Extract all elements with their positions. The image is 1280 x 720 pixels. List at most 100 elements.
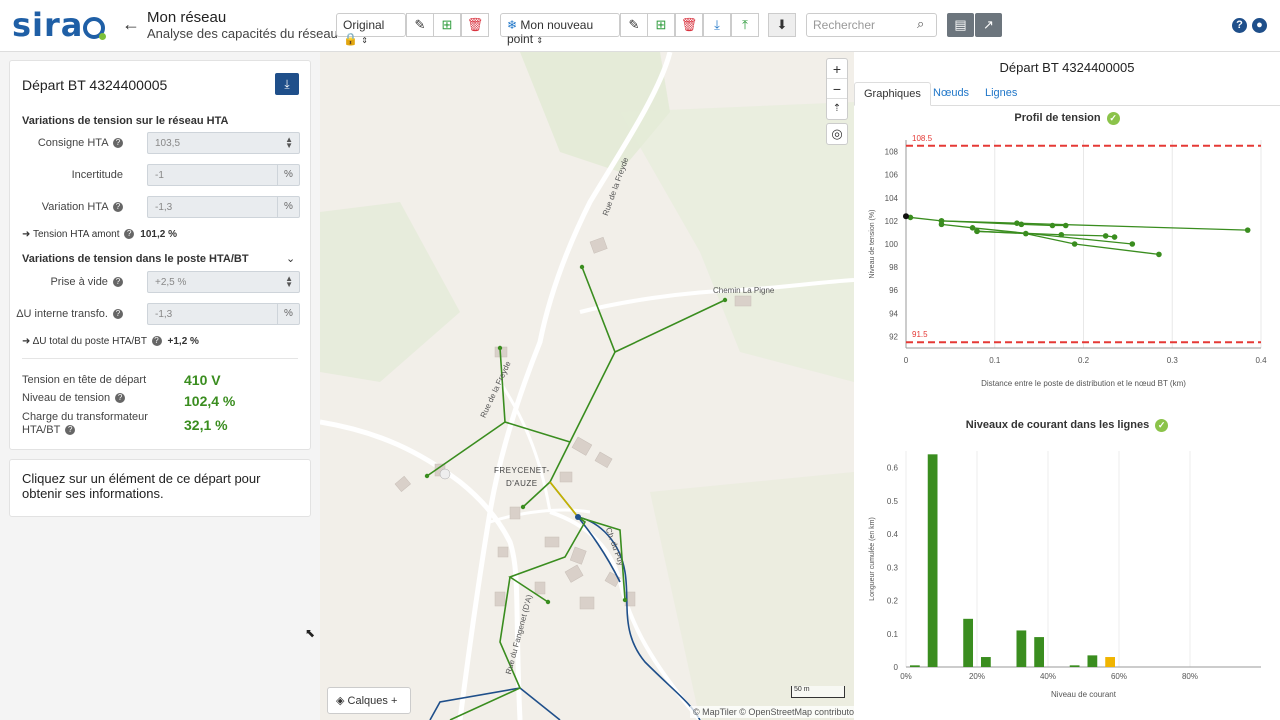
layers-icon: ◈ <box>336 695 345 707</box>
du-interne-field[interactable]: -1,3% <box>147 303 300 325</box>
chevron-down-icon[interactable]: ⌄ <box>286 252 295 265</box>
kpi-label-niveau: Niveau de tension ? <box>22 392 126 404</box>
edit-version-button[interactable]: ✎ <box>406 13 434 37</box>
green-area <box>320 202 460 382</box>
zoom-out-button[interactable]: − <box>827 79 847 99</box>
current-levels-chart[interactable]: 0% 20% 40% 60% 80% 0 0.1 0.2 0.3 0.4 0.5 0.6 Niveau … <box>854 437 1280 717</box>
limit-label: 108.5 <box>912 134 933 143</box>
consigne-hta-field[interactable]: 103,5 ▲ ▼ <box>147 132 300 154</box>
tab-graphiques[interactable]: Graphiques <box>854 82 931 106</box>
kpi-value-niveau: 102,4 % <box>184 393 236 409</box>
help-icon[interactable]: ? <box>151 336 162 346</box>
trash-icon: 🗑 <box>466 17 484 32</box>
field-label-variation: Variation HTA ? <box>10 201 123 213</box>
point-select[interactable]: ❄ Mon nouveau point ⇕ <box>500 13 620 46</box>
help-icon[interactable]: ? <box>115 393 126 403</box>
edit-point-button[interactable]: ✎ <box>620 13 648 37</box>
compass-button[interactable]: ⇡ <box>827 99 847 119</box>
zoom-control: + − ⇡ <box>826 58 848 120</box>
download-point-button[interactable]: ⤓ <box>703 13 731 37</box>
incertitude-field[interactable]: -1% <box>147 164 300 186</box>
x-tick-label: 40% <box>1040 672 1056 681</box>
x-tick-label: 0.2 <box>1078 356 1090 365</box>
bar <box>1016 630 1027 667</box>
plus-square-icon: ⊞ <box>441 17 453 32</box>
layers-button[interactable]: ◈ Calques + <box>327 687 411 714</box>
data-point <box>1018 221 1025 228</box>
current-chart-title: Niveaux de courant dans les lignes ✓ <box>854 419 1280 432</box>
back-arrow-icon[interactable]: ← <box>122 14 140 35</box>
street-label: Chemin La Pigne <box>713 286 775 295</box>
check-icon: ✓ <box>1155 419 1169 432</box>
tension-amont: ➜ Tension HTA amont ? 101,2 % <box>22 229 177 240</box>
bar <box>1034 637 1045 667</box>
bar <box>927 454 938 667</box>
x-tick-label: 0.3 <box>1167 356 1179 365</box>
help-icon[interactable]: ? <box>1232 18 1247 33</box>
spinner-icon[interactable]: ▲ ▼ <box>285 136 293 150</box>
data-point <box>1058 231 1065 238</box>
map-canvas[interactable] <box>320 52 854 720</box>
zoom-in-button[interactable]: + <box>827 59 847 79</box>
bar <box>1105 657 1116 667</box>
departure-title: Départ BT 4324400005 <box>22 77 168 93</box>
data-point <box>1023 230 1029 237</box>
logo[interactable]: sira <box>12 6 107 44</box>
point-select-value: Mon nouveau point <box>507 18 594 46</box>
tab-noeuds[interactable]: Nœuds <box>924 82 978 106</box>
x-tick-label: 0.4 <box>1255 356 1267 365</box>
lock-icon: 🔒 <box>343 32 358 46</box>
top-bar: sira ← Mon réseau Analyse des capacités … <box>0 0 1280 52</box>
variation-hta-field[interactable]: -1,3% <box>147 196 300 218</box>
x-axis-label: Niveau de courant <box>1051 690 1117 699</box>
help-icon[interactable]: ? <box>113 138 123 148</box>
road <box>320 419 523 720</box>
user-icon[interactable]: ● <box>1252 18 1267 33</box>
voltage-profile-chart[interactable]: 0 0.1 0.2 0.3 0.4 92 94 96 98 100 102 104 106 108 108.… <box>854 126 1280 416</box>
search-icon[interactable]: ⌕ <box>917 16 924 32</box>
y-tick-label: 104 <box>885 194 899 203</box>
delete-version-button[interactable]: 🗑 <box>461 13 489 37</box>
download-circle-button[interactable]: ⬇ <box>768 13 796 37</box>
plus-square-icon: ⊞ <box>655 17 667 32</box>
hta-section-title: Variations de tension sur le réseau HTA <box>22 115 229 127</box>
select-arrows-icon: ⇕ <box>361 36 368 45</box>
data-point <box>1062 222 1069 229</box>
page-subtitle: Analyse des capacités du réseau <box>147 26 338 41</box>
page-title: Mon réseau <box>147 9 227 26</box>
locate-button[interactable]: ◎ <box>826 123 848 145</box>
field-label-consigne: Consigne HTA ? <box>10 137 123 149</box>
road <box>498 381 552 513</box>
download-button[interactable]: ⤓ <box>275 73 299 95</box>
table-view-button[interactable]: ▤ <box>947 13 974 37</box>
add-version-button[interactable]: ⊞ <box>433 13 461 37</box>
data-point <box>1244 227 1251 233</box>
help-icon[interactable]: ? <box>113 202 123 212</box>
x-tick-label: 20% <box>969 672 985 681</box>
version-select[interactable]: Original 🔒 ⇕ <box>336 13 406 46</box>
delete-point-button[interactable]: 🗑 <box>675 13 703 37</box>
y-tick-label: 0.1 <box>887 630 899 639</box>
trash-icon: 🗑 <box>680 17 698 32</box>
prise-a-vide-select[interactable]: +2,5 % ▲ ▼ <box>147 271 300 293</box>
download-icon: ⤓ <box>714 17 720 32</box>
y-tick-label: 0.5 <box>887 497 899 506</box>
data-point <box>1156 251 1162 258</box>
tab-lignes[interactable]: Lignes <box>976 82 1026 106</box>
map-view[interactable]: Rue de la Freyde Chemin La Pigne Rue de … <box>320 52 854 720</box>
help-icon[interactable]: ? <box>124 229 135 239</box>
help-icon[interactable]: ? <box>113 277 123 287</box>
spinner-icon[interactable]: ▲ ▼ <box>285 275 293 289</box>
help-icon[interactable]: ? <box>65 425 76 435</box>
y-axis-label: Longueur cumulée (en km) <box>869 517 876 601</box>
y-tick-label: 108 <box>885 148 899 157</box>
series-line <box>941 220 1066 227</box>
pencil-icon: ✎ <box>628 17 640 32</box>
charts-panel: Départ BT 4324400005 Graphiques Nœuds Li… <box>854 52 1280 720</box>
add-point-button[interactable]: ⊞ <box>647 13 675 37</box>
chart-view-button[interactable]: ↗ <box>975 13 1002 37</box>
green-area <box>650 472 854 720</box>
help-icon[interactable]: ? <box>113 309 123 319</box>
upload-icon: ⤒ <box>742 17 748 32</box>
upload-point-button[interactable]: ⤒ <box>731 13 759 37</box>
